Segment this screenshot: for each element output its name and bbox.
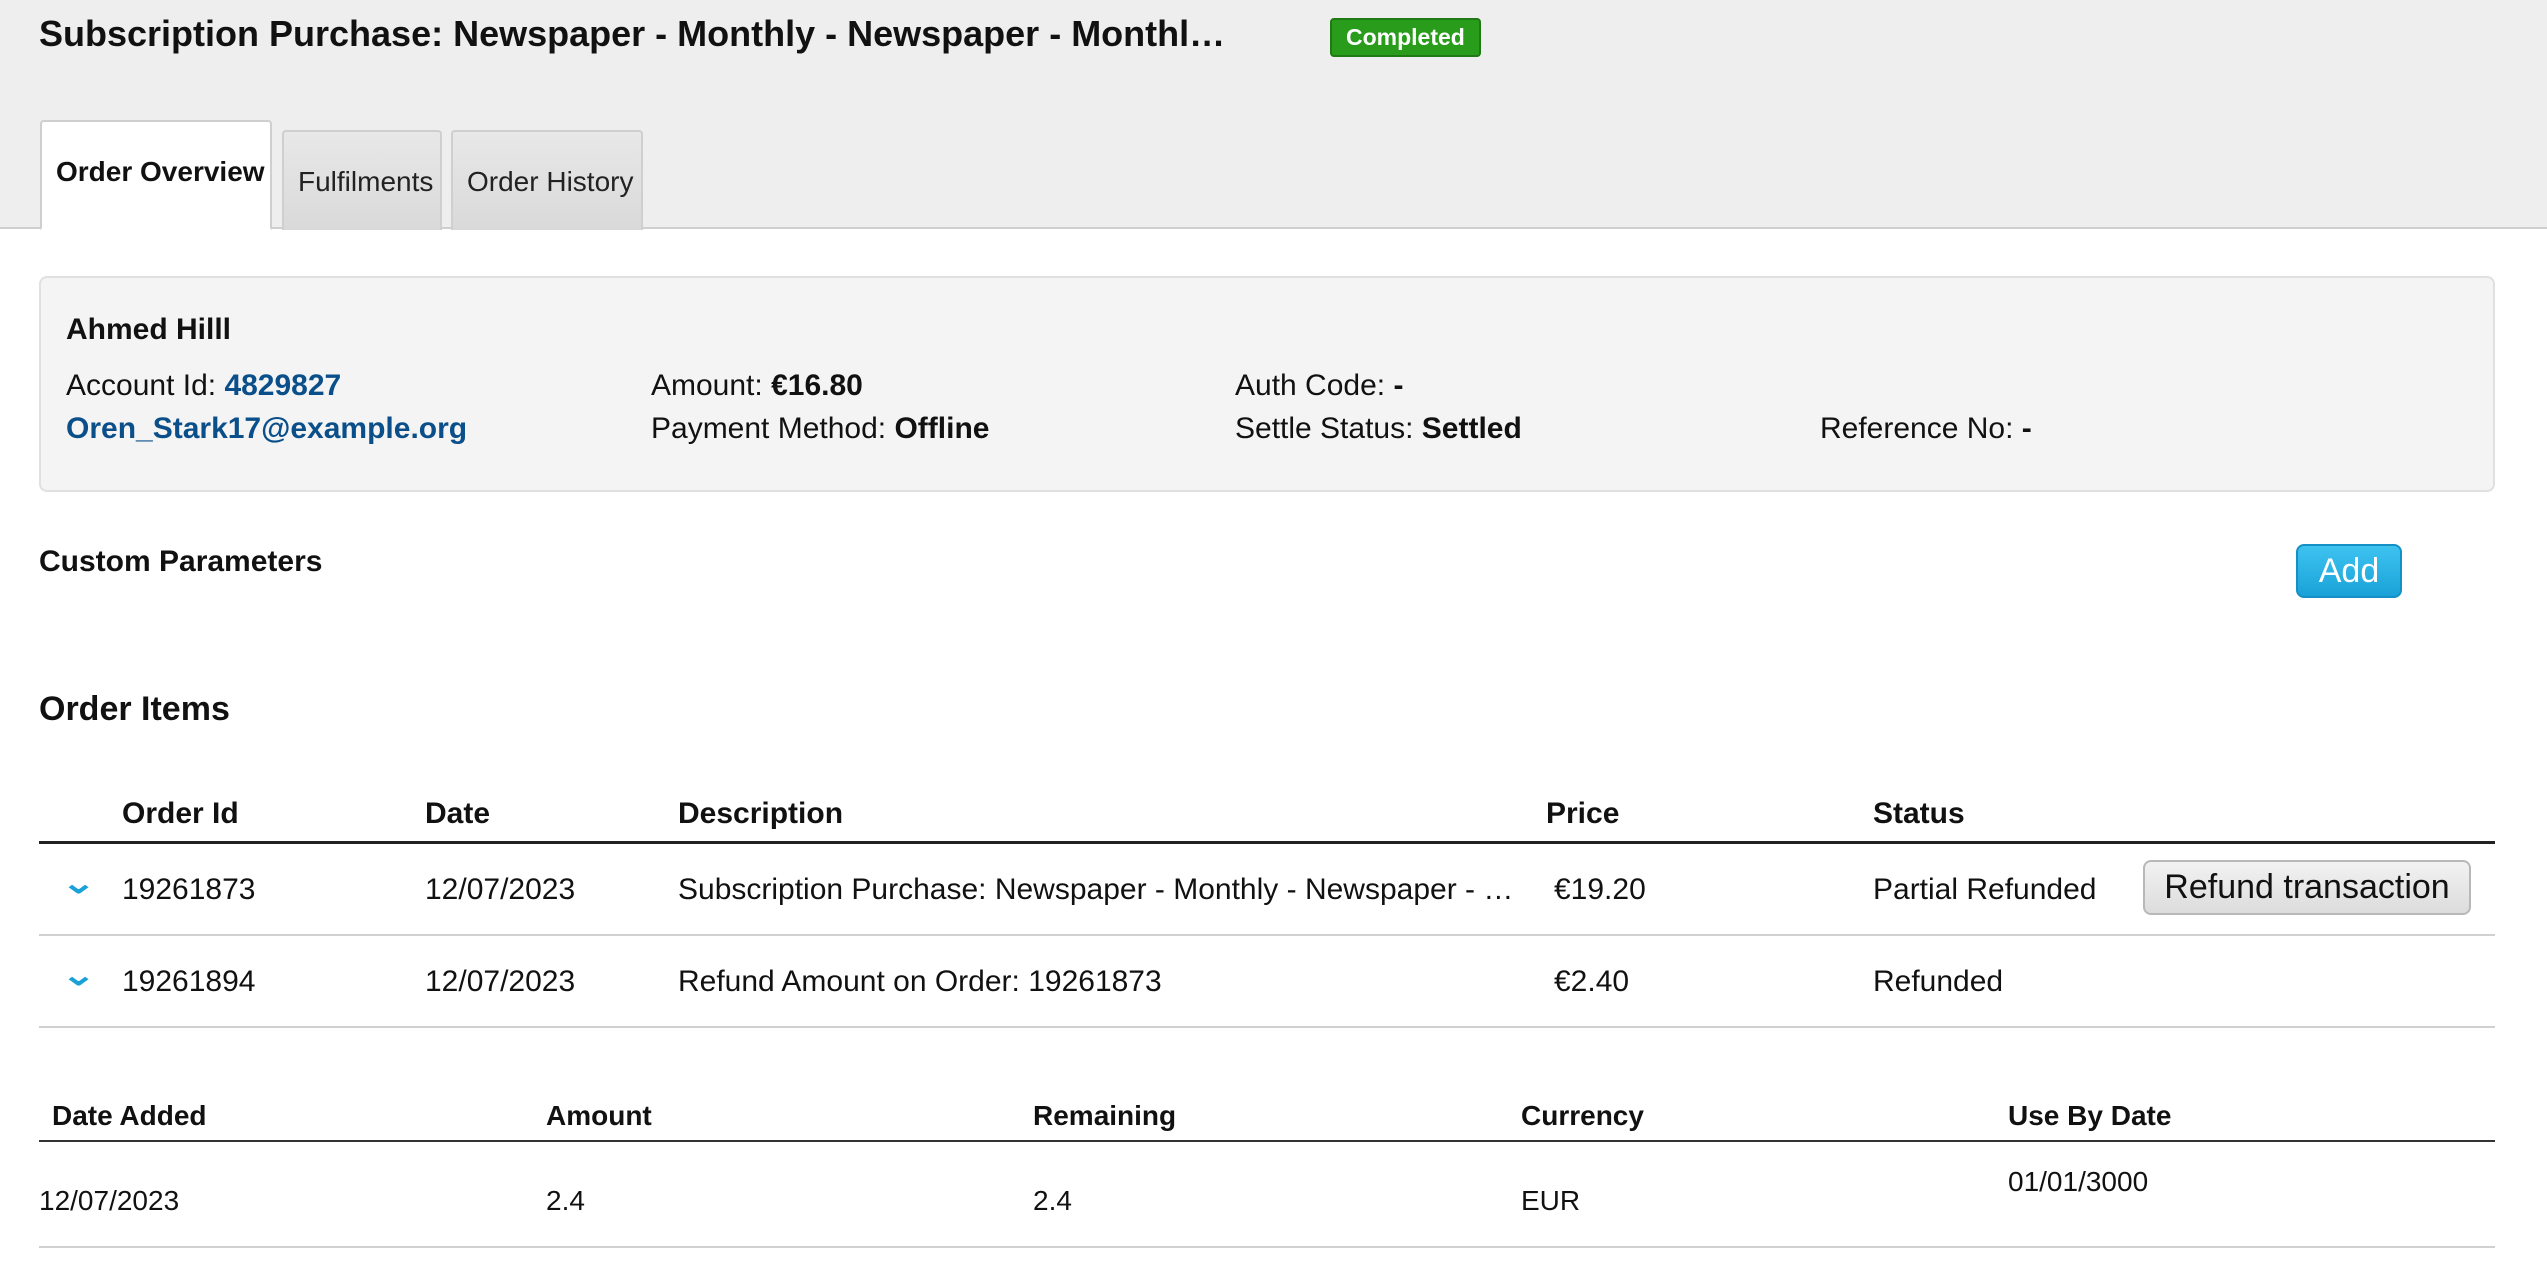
status-cell: Refunded bbox=[1873, 965, 2004, 998]
column-header-status: Status bbox=[1873, 797, 1965, 830]
column-header-amount: Amount bbox=[546, 1100, 652, 1131]
order-id-cell: 19261873 bbox=[122, 873, 256, 906]
tab-label: Fulfilments bbox=[298, 166, 434, 197]
credits-header-divider bbox=[39, 1140, 2495, 1142]
add-button[interactable]: Add bbox=[2296, 544, 2402, 598]
account-id-link[interactable]: 4829827 bbox=[224, 369, 341, 402]
chevron-down-icon[interactable]: ⌄ bbox=[61, 866, 96, 901]
refund-transaction-button[interactable]: Refund transaction bbox=[2143, 860, 2471, 915]
settle-status-label: Settle Status: bbox=[1235, 412, 1414, 445]
custom-parameters-title: Custom Parameters bbox=[39, 545, 323, 578]
price-cell: €19.20 bbox=[1554, 873, 1646, 906]
payment-method-label: Payment Method: bbox=[651, 412, 887, 445]
column-header-use-by-date: Use By Date bbox=[2008, 1100, 2172, 1131]
status-badge: Completed bbox=[1330, 18, 1481, 57]
payment-method-field: Payment Method: Offline bbox=[651, 412, 989, 446]
description-cell: Subscription Purchase: Newspaper - Month… bbox=[678, 873, 1518, 906]
column-header-date: Date bbox=[425, 797, 491, 830]
account-id-label: Account Id: bbox=[66, 369, 217, 402]
row-divider bbox=[39, 1246, 2495, 1248]
date-cell: 12/07/2023 bbox=[425, 873, 576, 906]
tab-fulfilments[interactable]: Fulfilments bbox=[282, 130, 442, 230]
auth-code-value: - bbox=[1393, 369, 1404, 402]
column-header-remaining: Remaining bbox=[1033, 1100, 1177, 1131]
reference-label: Reference No: bbox=[1820, 412, 2014, 445]
column-header-description: Description bbox=[678, 797, 844, 830]
reference-field: Reference No: - bbox=[1820, 412, 2032, 446]
column-header-price: Price bbox=[1546, 797, 1620, 830]
email-link[interactable]: Oren_Stark17@example.org bbox=[66, 412, 467, 445]
order-id-cell: 19261894 bbox=[122, 965, 256, 998]
account-id-field: Account Id: 4829827 bbox=[66, 369, 341, 403]
tab-label: Order Overview bbox=[56, 156, 265, 187]
amount-value: €16.80 bbox=[771, 369, 863, 402]
row-divider bbox=[39, 934, 2495, 936]
price-cell: €2.40 bbox=[1554, 965, 1630, 998]
email-field: Oren_Stark17@example.org bbox=[66, 412, 467, 446]
date-cell: 12/07/2023 bbox=[425, 965, 576, 998]
page-title: Subscription Purchase: Newspaper - Month… bbox=[39, 13, 1226, 54]
chevron-down-icon[interactable]: ⌄ bbox=[61, 958, 96, 993]
tab-label: Order History bbox=[467, 166, 634, 197]
amount-cell: 2.4 bbox=[546, 1185, 585, 1216]
settle-status-value: Settled bbox=[1421, 412, 1522, 445]
payment-method-value: Offline bbox=[894, 412, 990, 445]
amount-label: Amount: bbox=[651, 369, 763, 402]
settle-status-field: Settle Status: Settled bbox=[1235, 412, 1522, 446]
remaining-cell: 2.4 bbox=[1033, 1185, 1072, 1216]
tab-order-overview[interactable]: Order Overview bbox=[40, 120, 272, 230]
tab-order-history[interactable]: Order History bbox=[451, 130, 643, 230]
column-header-date-added: Date Added bbox=[52, 1100, 207, 1131]
description-cell: Refund Amount on Order: 19261873 bbox=[678, 965, 1162, 998]
row-divider bbox=[39, 1026, 2495, 1028]
auth-code-label: Auth Code: bbox=[1235, 369, 1386, 402]
status-cell: Partial Refunded bbox=[1873, 873, 2097, 906]
use-by-date-cell: 01/01/3000 bbox=[2008, 1166, 2149, 1197]
date-added-cell: 12/07/2023 bbox=[39, 1185, 180, 1216]
reference-value: - bbox=[2021, 412, 2032, 445]
column-header-currency: Currency bbox=[1521, 1100, 1644, 1131]
amount-field: Amount: €16.80 bbox=[651, 369, 863, 403]
customer-name: Ahmed Hilll bbox=[66, 313, 232, 346]
auth-code-field: Auth Code: - bbox=[1235, 369, 1403, 403]
order-items-title: Order Items bbox=[39, 690, 230, 728]
currency-cell: EUR bbox=[1521, 1185, 1581, 1216]
column-header-order-id: Order Id bbox=[122, 797, 239, 830]
table-header-divider bbox=[39, 841, 2495, 844]
